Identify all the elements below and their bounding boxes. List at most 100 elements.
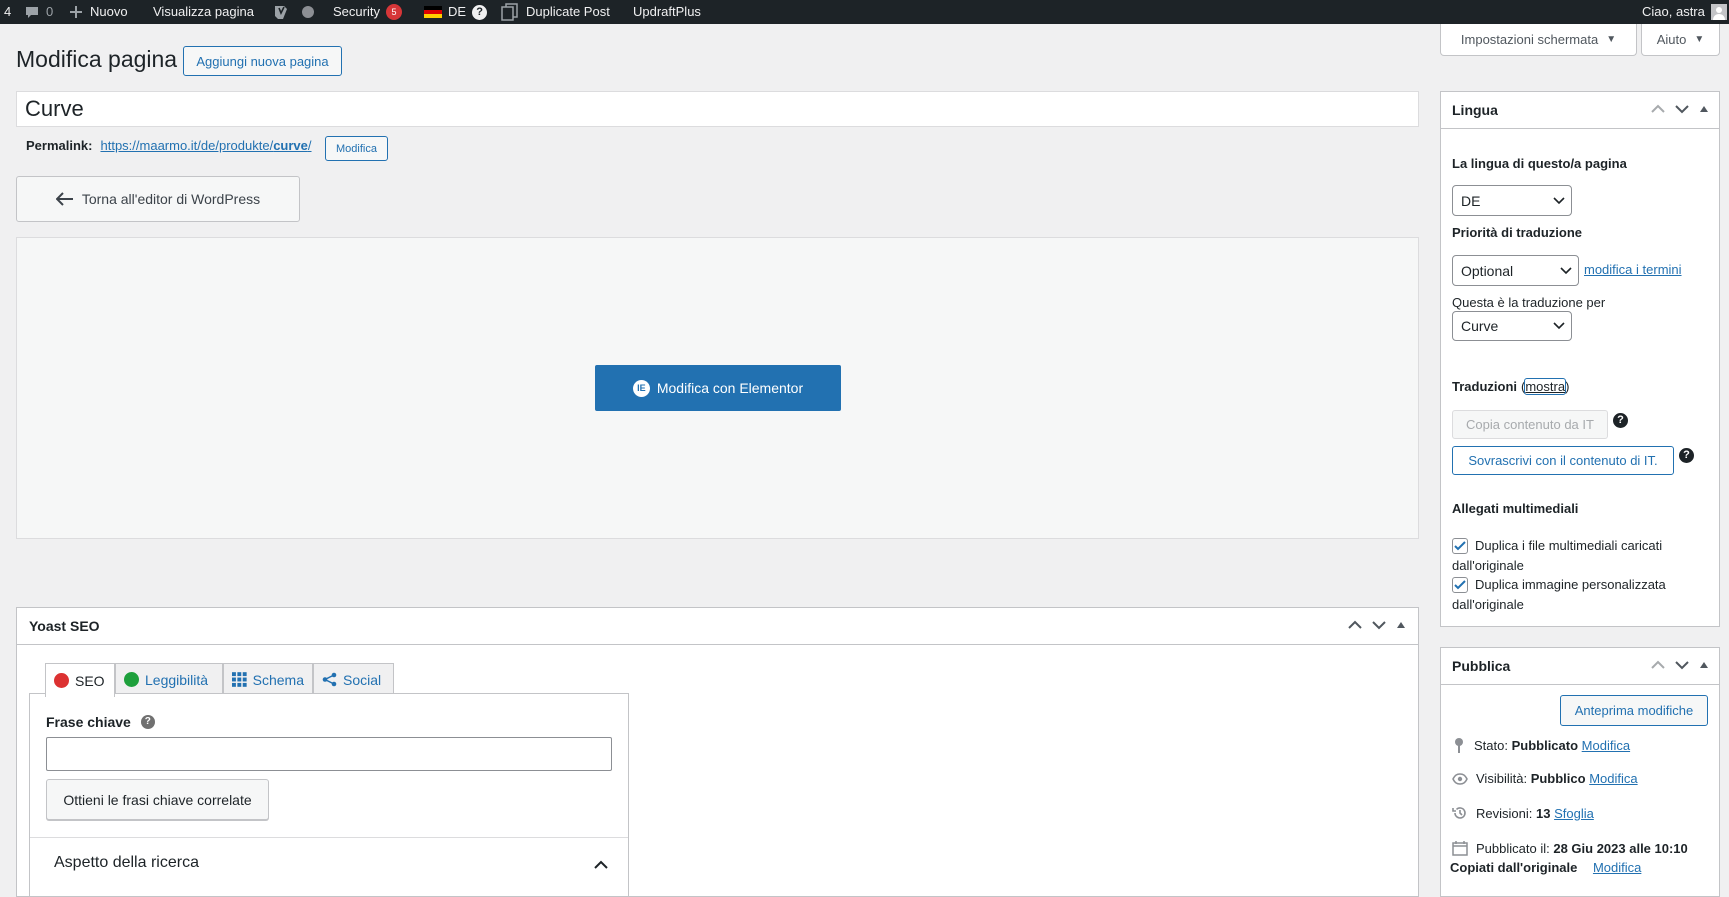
permalink-base: https://maarmo.it/de/produkte/	[100, 138, 274, 153]
tab-schema-label: Schema	[252, 671, 304, 688]
priority-label: Priorità di traduzione	[1452, 225, 1583, 240]
translations-label: Traduzioni	[1452, 379, 1517, 394]
chevron-up-icon[interactable]	[1651, 660, 1665, 670]
copy-content-button[interactable]: Copia contenuto da IT	[1452, 410, 1608, 439]
search-appearance-label: Aspetto della ricerca	[54, 854, 199, 871]
collapse-toggle-icon[interactable]	[1699, 661, 1709, 669]
tab-schema[interactable]: Schema	[223, 663, 313, 695]
chevron-down-icon[interactable]	[1675, 660, 1689, 670]
keyphrase-row: Frase chiave ?	[46, 714, 155, 730]
tab-seo[interactable]: SEO	[45, 663, 115, 697]
elementor-icon: IE	[632, 379, 650, 397]
language-select-value: DE	[1461, 192, 1481, 209]
edit-terms-link[interactable]: modifica i termini	[1584, 262, 1682, 277]
keyphrase-input[interactable]	[46, 737, 612, 771]
security-menu[interactable]: Security 5	[333, 0, 402, 24]
overwrite-content-label: Sovrascrivi con il contenuto di IT.	[1468, 453, 1658, 468]
collapse-toggle-icon[interactable]	[1699, 105, 1709, 113]
yoast-menu[interactable]	[272, 0, 314, 24]
updates-count[interactable]: 4	[4, 0, 11, 24]
permalink-edit-button[interactable]: Modifica	[325, 136, 388, 161]
language-panel-controls	[1651, 104, 1709, 114]
updraftplus-label: UpdraftPlus	[633, 4, 701, 19]
revisions-browse-link[interactable]: Sfoglia	[1554, 806, 1594, 821]
visibility-edit-link[interactable]: Modifica	[1589, 771, 1637, 786]
related-keyphrases-label: Ottieni le frasi chiave correlate	[63, 791, 252, 808]
german-flag-icon	[424, 6, 442, 18]
yoast-panel-controls	[1348, 620, 1406, 630]
overwrite-content-button[interactable]: Sovrascrivi con il contenuto di IT.	[1452, 446, 1674, 475]
duplicate-icon	[501, 3, 518, 21]
screen-options-label: Impostazioni schermata	[1460, 32, 1599, 47]
history-icon	[1452, 807, 1466, 819]
search-appearance-toggle[interactable]: Aspetto della ricerca	[30, 838, 628, 896]
help-button[interactable]: Aiuto ▼	[1641, 24, 1720, 56]
add-new-page-button[interactable]: Aggiungi nuova pagina	[183, 46, 342, 76]
edit-with-elementor-label: Modifica con Elementor	[656, 380, 804, 396]
translations-show-wrapper: (mostra)	[1521, 378, 1570, 395]
revisions-row: Revisioni: 13 Sfoglia	[1452, 805, 1594, 821]
tab-social-label: Social	[343, 671, 382, 688]
title-input-value: Curve	[25, 96, 84, 121]
arrow-left-icon	[55, 192, 73, 206]
duplicate-post-label: Duplicate Post	[526, 4, 610, 19]
permalink-link[interactable]: https://maarmo.it/de/produkte/curve/	[100, 138, 311, 153]
status-row: Stato: Pubblicato Modifica	[1452, 737, 1630, 753]
back-to-wordpress-editor-button[interactable]: Torna all'editor di WordPress	[16, 176, 300, 222]
collapse-toggle-icon[interactable]	[1396, 621, 1406, 629]
user-menu[interactable]: Ciao, astra	[1642, 0, 1727, 24]
language-label: La lingua di questo/a pagina	[1452, 156, 1627, 171]
tab-social[interactable]: Social	[313, 663, 394, 695]
comments-count: 0	[46, 4, 54, 19]
smiley-icon	[124, 672, 139, 687]
updraftplus-menu[interactable]: UpdraftPlus	[633, 0, 701, 24]
duplicate-media-label-line2: dall'originale	[1452, 558, 1524, 573]
help-icon[interactable]: ?	[140, 715, 155, 729]
yoast-panel-title: Yoast SEO	[29, 618, 100, 634]
language-switcher[interactable]: DE ?	[424, 0, 488, 24]
published-value: 28 Giu 2023 alle 10:10	[1553, 840, 1688, 856]
status-edit-link[interactable]: Modifica	[1582, 738, 1630, 753]
page-title: Modifica pagina	[16, 46, 178, 72]
revisions-label: Revisioni:	[1476, 805, 1533, 821]
sad-face-icon	[54, 673, 69, 688]
tab-readability[interactable]: Leggibilità	[115, 663, 223, 695]
yoast-seo-tab-content: Frase chiave ? Ottieni le frasi chiave c…	[29, 693, 629, 897]
duplicate-media-label-line1: Duplica i file multimediali caricati	[1475, 538, 1663, 553]
duplicate-image-checkbox[interactable]	[1452, 577, 1468, 593]
pin-icon	[1455, 738, 1463, 753]
priority-select[interactable]: Optional	[1452, 255, 1579, 286]
publish-panel-title: Pubblica	[1452, 658, 1511, 674]
view-page-link[interactable]: Visualizza pagina	[153, 0, 254, 24]
show-translations-link[interactable]: mostra	[1524, 378, 1567, 395]
title-input[interactable]: Curve	[16, 91, 1419, 127]
related-keyphrases-button[interactable]: Ottieni le frasi chiave correlate	[46, 779, 269, 820]
publish-panel-header: Pubblica	[1441, 648, 1719, 685]
screen-options-button[interactable]: Impostazioni schermata ▼	[1440, 24, 1637, 56]
overwrite-help-icon[interactable]: ?	[1679, 448, 1694, 463]
language-help-icon: ?	[472, 4, 488, 20]
updates-count-text: 4	[4, 4, 12, 19]
back-to-wordpress-editor-label: Torna all'editor di WordPress	[81, 191, 261, 207]
copied-edit-link[interactable]: Modifica	[1593, 860, 1641, 875]
duplicate-post-menu[interactable]: Duplicate Post	[500, 0, 610, 24]
security-badge: 5	[385, 4, 402, 20]
language-panel-header: Lingua	[1441, 92, 1719, 129]
preview-changes-button[interactable]: Anteprima modifiche	[1560, 695, 1708, 726]
yoast-panel-header: Yoast SEO	[17, 608, 1418, 645]
chevron-down-icon[interactable]	[1675, 104, 1689, 114]
edit-with-elementor-button[interactable]: IE Modifica con Elementor	[595, 365, 841, 411]
chevron-down-icon[interactable]	[1372, 620, 1386, 630]
revisions-value: 13	[1535, 805, 1551, 821]
chevron-up-icon[interactable]	[1651, 104, 1665, 114]
copy-help-icon[interactable]: ?	[1613, 413, 1628, 428]
copied-row: Copiati dall'originale Modifica	[1450, 860, 1641, 875]
comments-menu[interactable]: 0	[24, 0, 53, 24]
language-select[interactable]: DE	[1452, 185, 1572, 216]
chevron-up-icon[interactable]	[1348, 620, 1362, 630]
new-menu[interactable]: Nuovo	[68, 0, 128, 24]
checkmark-icon	[1454, 580, 1466, 590]
caret-down-icon: ▼	[1694, 34, 1705, 45]
duplicate-media-checkbox[interactable]	[1452, 538, 1468, 554]
translation-of-select[interactable]: Curve	[1452, 311, 1572, 341]
